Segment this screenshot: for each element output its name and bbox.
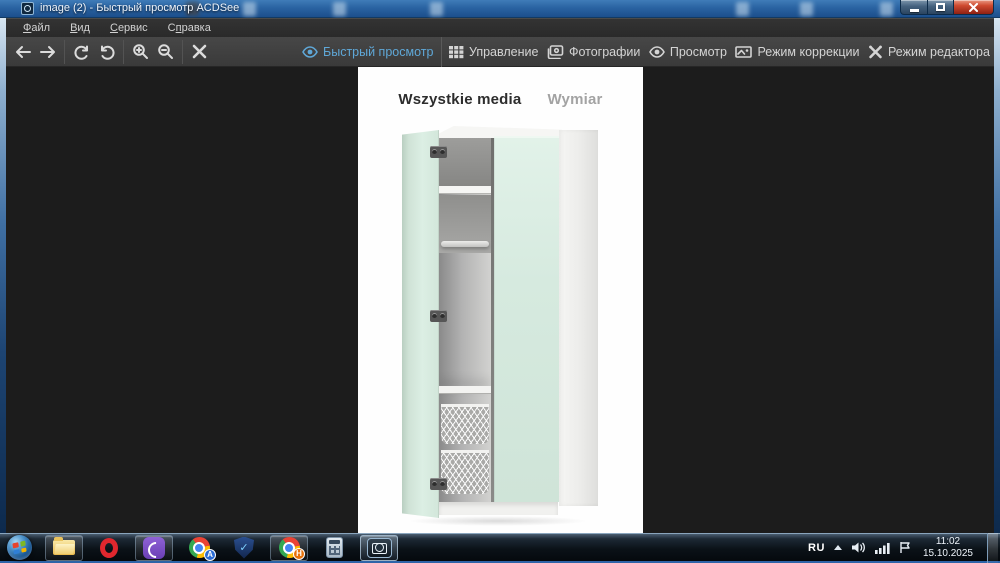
taskbar-item-explorer[interactable]: [45, 534, 83, 561]
image-panel: Wszystkie media Wymiar: [358, 67, 643, 533]
desktop-screen: image (2) - Быстрый просмотр ACDSee Файл…: [0, 0, 1000, 563]
close-button[interactable]: [954, 0, 994, 15]
rotate-right-icon: [100, 45, 115, 60]
rotate-right-button[interactable]: [94, 39, 119, 65]
wardrobe-side-panel: [559, 130, 598, 506]
windows-flag-icon: [12, 540, 27, 555]
zoom-out-button[interactable]: [153, 39, 178, 65]
menu-item-file[interactable]: Файл: [14, 20, 59, 36]
rotate-left-button[interactable]: [69, 39, 94, 65]
tab-view[interactable]: Просмотр: [647, 37, 729, 67]
mode-tab-bar: Быстрый просмотр Управление Фотографии П…: [300, 37, 992, 67]
acdsee-camera-icon: [366, 537, 392, 558]
desktop-blur-artifact: [243, 2, 256, 16]
taskbar-item-calculator[interactable]: [315, 535, 353, 561]
wardrobe-product-image: [402, 124, 598, 526]
system-tray: RU 11:02 15.10.2025: [808, 532, 998, 563]
wardrobe-lower-shelf: [439, 386, 491, 394]
photos-icon: [547, 45, 564, 59]
close-icon: [969, 2, 978, 12]
volume-icon[interactable]: [851, 541, 866, 554]
taskbar-item-antivirus[interactable]: [225, 535, 263, 561]
taskbar-apps: A H: [45, 534, 398, 561]
desktop-blur-artifact: [880, 2, 893, 16]
quick-view-eye-icon: [302, 46, 318, 58]
wardrobe-open-door: [402, 130, 439, 518]
browser-h-badge: H: [293, 547, 305, 560]
wardrobe-floor-shadow: [408, 516, 588, 526]
menu-item-help[interactable]: Справка: [159, 20, 220, 36]
tab-edit-mode[interactable]: Режим редактора: [866, 37, 992, 67]
action-center-flag-icon[interactable]: [899, 541, 912, 554]
wardrobe-hinge: [430, 310, 447, 322]
tab-all-media[interactable]: Wszystkie media: [398, 91, 521, 108]
back-arrow-icon: [15, 45, 31, 58]
window-title: image (2) - Быстрый просмотр ACDSee: [40, 2, 240, 14]
desktop-blur-artifact: [736, 2, 749, 16]
opera-icon: [100, 537, 118, 558]
menu-item-service[interactable]: Сервис: [101, 20, 157, 36]
taskbar-item-browser-h[interactable]: H: [270, 534, 308, 561]
minimize-button[interactable]: [900, 0, 928, 15]
tab-dimension[interactable]: Wymiar: [547, 91, 602, 108]
viber-phone-icon: [143, 536, 165, 559]
wardrobe-wire-basket: [441, 450, 489, 494]
explorer-folder-icon: [53, 537, 75, 555]
taskbar-item-viber[interactable]: [135, 534, 173, 561]
product-page-tabs: Wszystkie media Wymiar: [358, 91, 643, 108]
tray-date: 15.10.2025: [922, 547, 973, 559]
wardrobe-hinge: [430, 478, 447, 490]
taskbar-item-opera[interactable]: [90, 535, 128, 561]
show-desktop-button[interactable]: [987, 532, 998, 563]
rotate-left-icon: [73, 45, 88, 60]
wardrobe-shelf: [439, 186, 491, 194]
menu-bar: Файл Вид Сервис Справка: [6, 18, 994, 37]
calculator-icon: [325, 537, 343, 558]
tab-develop-mode[interactable]: Режим коррекции: [733, 37, 861, 67]
zoom-out-icon: [158, 44, 173, 59]
window-controls: [900, 0, 994, 15]
taskbar: A H RU 11:02 15.10.2025: [0, 532, 1000, 563]
close-image-button[interactable]: [187, 39, 212, 65]
wardrobe-closed-door: [494, 136, 559, 502]
tab-manage[interactable]: Управление: [447, 37, 541, 67]
develop-mode-icon: [735, 46, 753, 58]
window-border-right: [994, 18, 1000, 533]
start-button[interactable]: [7, 535, 32, 560]
clock[interactable]: 11:02 15.10.2025: [923, 536, 973, 560]
view-eye-icon: [649, 46, 665, 58]
maximize-button[interactable]: [928, 0, 954, 15]
manage-grid-icon: [448, 46, 464, 59]
wardrobe-clothes-rail: [441, 241, 489, 247]
close-x-icon: [192, 44, 207, 59]
desktop-blur-artifact: [333, 2, 346, 16]
zoom-in-icon: [133, 44, 148, 59]
forward-button[interactable]: [35, 39, 60, 65]
wardrobe-plinth: [439, 502, 558, 515]
tab-quick-view[interactable]: Быстрый просмотр: [300, 37, 443, 67]
taskbar-item-browser-a[interactable]: A: [180, 535, 218, 561]
taskbar-item-acdsee[interactable]: [360, 534, 398, 561]
shield-icon: [234, 536, 254, 559]
forward-arrow-icon: [39, 45, 55, 58]
desktop-blur-artifact: [800, 2, 813, 16]
browser-a-badge: A: [204, 548, 216, 561]
network-signal-icon[interactable]: [874, 542, 890, 554]
viewer-content-area: Wszystkie media Wymiar: [6, 67, 994, 533]
wardrobe-hinge: [430, 146, 447, 158]
edit-mode-icon: [869, 45, 882, 59]
back-button[interactable]: [10, 39, 35, 65]
tab-photos[interactable]: Фотографии: [545, 37, 642, 67]
wardrobe-top-compartment: [439, 138, 491, 186]
wardrobe-wire-basket: [441, 404, 489, 444]
zoom-in-button[interactable]: [128, 39, 153, 65]
acdsee-window-icon: [21, 2, 34, 15]
desktop-blur-artifact: [430, 2, 443, 16]
hidden-icons-chevron[interactable]: [833, 545, 842, 550]
window-titlebar[interactable]: image (2) - Быстрый просмотр ACDSee: [0, 0, 1000, 18]
menu-item-view[interactable]: Вид: [61, 20, 99, 36]
language-indicator[interactable]: RU: [808, 542, 825, 554]
tray-time: 11:02: [935, 535, 961, 547]
